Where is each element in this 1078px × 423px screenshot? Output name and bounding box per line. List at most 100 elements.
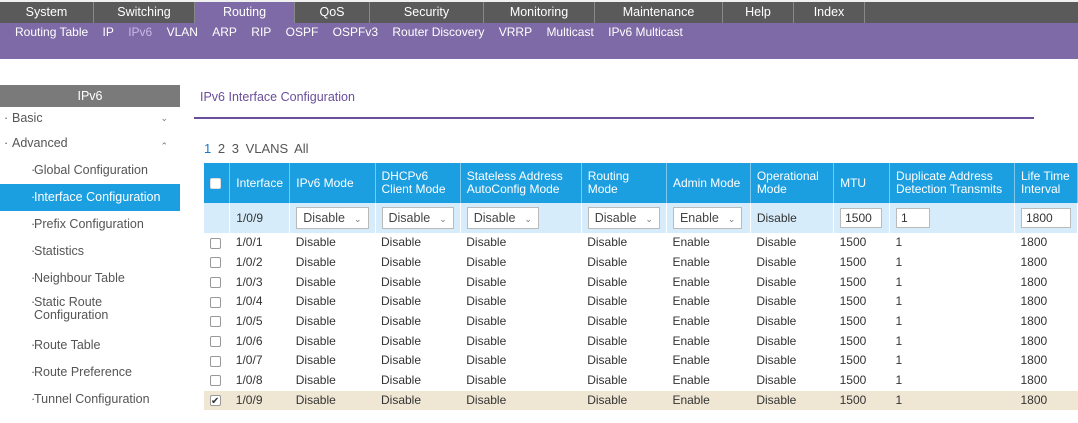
sidebar-item-global-configuration[interactable]: Global Configuration (0, 157, 180, 184)
pager-vlans[interactable]: VLANS (246, 141, 289, 156)
page-title: IPv6 Interface Configuration (194, 85, 1078, 119)
row-checkbox[interactable] (210, 277, 221, 289)
sidebar-item-label: Global Configuration (34, 163, 148, 177)
sidebar-item-route-table[interactable]: Route Table (0, 332, 180, 359)
subnav-arp[interactable]: ARP (212, 23, 237, 41)
row-routing-mode: Disable (587, 235, 628, 250)
subnav-ipv6[interactable]: IPv6 (128, 23, 152, 41)
row-checkbox[interactable] (210, 392, 221, 411)
table-row[interactable]: 1/0/6 Disable Disable Disable Disable Enable D… (204, 331, 1078, 351)
sidebar-item-label: Statistics (34, 244, 85, 258)
subnav-vrrp[interactable]: VRRP (499, 23, 532, 41)
row-dad-transmits: 1 (895, 255, 903, 270)
table-row[interactable]: 1/0/8 Disable Disable Disable Disable Enable D… (204, 371, 1078, 391)
tab-switching[interactable]: Switching (94, 2, 195, 23)
sidebar-item-advanced[interactable]: · Advanced ⌃ (0, 132, 180, 157)
table-row[interactable]: 1/0/4 Disable Disable Disable Disable Enable D… (204, 292, 1078, 312)
row-select-cell (204, 272, 230, 292)
row-checkbox[interactable] (210, 237, 221, 249)
dhcpv6-client-mode-select[interactable]: Disable ⌄ (381, 207, 454, 229)
col-operational-mode: Operational Mode (750, 163, 835, 203)
row-checkbox[interactable] (210, 336, 221, 348)
routing-mode-select[interactable]: Disable ⌄ (587, 207, 660, 229)
tab-index[interactable]: Index (794, 2, 865, 23)
sidebar-item-neighbour-table[interactable]: Neighbour Table (0, 265, 180, 292)
sidebar-item-label: Tunnel Configuration (34, 392, 150, 406)
subnav-ospf[interactable]: OSPF (286, 23, 319, 41)
col-dad-transmits: Duplicate Address Detection Transmits (889, 163, 1015, 203)
col-mtu: MTU (833, 163, 891, 203)
edit-ipv6-mode-cell: Disable ⌄ (289, 203, 376, 233)
row-routing-mode: Disable (587, 274, 628, 289)
row-ipv6-mode: Disable (295, 314, 336, 329)
select-value: Enable (679, 211, 719, 225)
tab-security[interactable]: Security (370, 2, 484, 23)
subnav-ip[interactable]: IP (103, 23, 114, 41)
row-operational-mode: Disable (750, 390, 834, 411)
row-admin-mode: Enable (672, 274, 710, 289)
edit-stateless-cell: Disable ⌄ (460, 203, 582, 233)
subnav-multicast[interactable]: Multicast (546, 23, 593, 41)
tab-qos[interactable]: QoS (295, 2, 370, 23)
tab-system[interactable]: System (0, 2, 94, 23)
table-row[interactable]: 1/0/9DisableDisableDisableDisableEnableD… (204, 390, 1078, 411)
subnav-ipv6-multicast[interactable]: IPv6 Multicast (608, 23, 683, 41)
sidebar-item-route-preference[interactable]: Route Preference (0, 359, 180, 386)
sidebar-item-statistics[interactable]: Statistics (0, 238, 180, 265)
row-interface: 1/0/9 (229, 390, 290, 411)
subnav-ospfv3[interactable]: OSPFv3 (333, 23, 378, 41)
sidebar-item-basic[interactable]: · Basic ⌄ (0, 107, 180, 132)
table-row[interactable]: 1/0/2 Disable Disable Disable Disable Enable D… (204, 253, 1078, 273)
sidebar-item-label: Advanced (12, 136, 68, 150)
admin-mode-select[interactable]: Enable ⌄ (672, 207, 743, 229)
dad-transmits-input[interactable]: 1 (896, 208, 931, 228)
chevron-down-icon: ⌄ (439, 214, 447, 224)
row-mtu: 1500 (833, 390, 890, 411)
header-select-all[interactable] (204, 163, 231, 203)
subnav-router-discovery[interactable]: Router Discovery (392, 23, 484, 41)
table-row[interactable]: 1/0/5 Disable Disable Disable Disable Enable D… (204, 312, 1078, 332)
ipv6-mode-select[interactable]: Disable ⌄ (296, 207, 369, 229)
tab-monitoring[interactable]: Monitoring (484, 2, 595, 23)
edit-row: 1/0/9 Disable ⌄ Disable ⌄ Disable ⌄ Disable… (204, 203, 1078, 233)
sidebar-item-prefix-configuration[interactable]: Prefix Configuration (0, 211, 180, 238)
sidebar-item-tunnel-configuration[interactable]: Tunnel Configuration (0, 386, 180, 413)
row-checkbox[interactable] (210, 316, 221, 328)
edit-interface: 1/0/9 (229, 203, 291, 233)
row-select-cell (204, 390, 230, 411)
sidebar-item-static-route-configuration[interactable]: Static Route Configuration (0, 292, 180, 332)
row-interface: 1/0/5 (235, 314, 263, 329)
table-row[interactable]: 1/0/3 Disable Disable Disable Disable Enable D… (204, 272, 1078, 292)
row-mtu: 1500 (839, 353, 867, 368)
row-admin-mode: Enable (672, 333, 710, 348)
row-checkbox[interactable] (210, 257, 221, 269)
row-dhcpv6-client-mode: Disable (375, 390, 461, 411)
sidebar-item-interface-configuration[interactable]: Interface Configuration (0, 184, 180, 211)
row-checkbox[interactable] (210, 296, 221, 308)
row-interface: 1/0/3 (235, 274, 263, 289)
row-operational-mode: Disable (756, 274, 797, 289)
tab-maintenance[interactable]: Maintenance (595, 2, 723, 23)
lifetime-input[interactable]: 1800 (1020, 208, 1071, 228)
col-lifetime: Life Time Interval (1014, 163, 1078, 203)
row-checkbox[interactable] (210, 375, 221, 387)
pager-page-2[interactable]: 2 (218, 141, 225, 156)
mtu-input[interactable]: 1500 (840, 208, 883, 228)
stateless-autoconfig-select[interactable]: Disable ⌄ (466, 207, 539, 229)
select-all-checkbox[interactable] (210, 177, 221, 189)
subnav-routing-table[interactable]: Routing Table (15, 23, 88, 41)
row-interface: 1/0/2 (235, 255, 263, 270)
subnav-vlan[interactable]: VLAN (167, 23, 198, 41)
row-stateless-autoconfig: Disable (466, 373, 507, 388)
row-dhcpv6-client-mode: Disable (381, 255, 422, 270)
table-row[interactable]: 1/0/7 Disable Disable Disable Disable Enable D… (204, 351, 1078, 371)
subnav-rip[interactable]: RIP (251, 23, 271, 41)
row-checkbox[interactable] (210, 355, 221, 367)
pager-page-1[interactable]: 1 (204, 141, 211, 156)
select-value: Disable (388, 211, 431, 225)
tab-help[interactable]: Help (723, 2, 794, 23)
pager-page-3[interactable]: 3 (232, 141, 239, 156)
table-row[interactable]: 1/0/1 Disable Disable Disable Disable Enable D… (204, 233, 1078, 253)
pager-all[interactable]: All (294, 141, 308, 156)
tab-routing[interactable]: Routing (195, 2, 295, 23)
